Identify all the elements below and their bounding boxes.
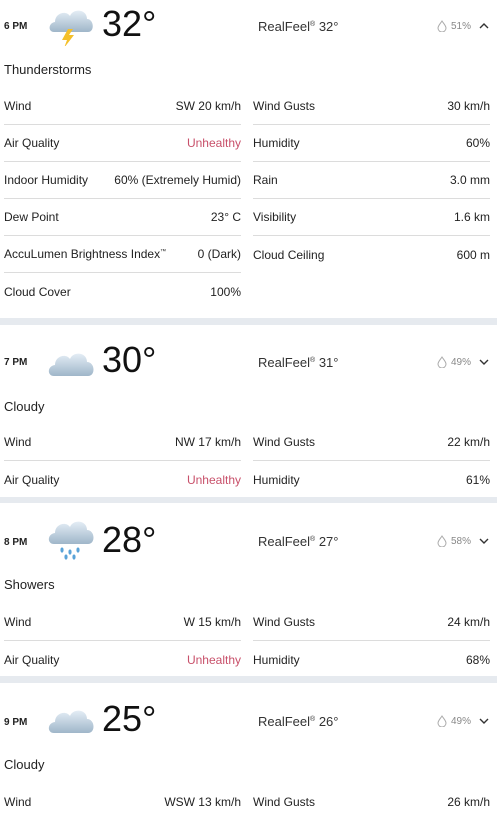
realfeel: RealFeel® 31°	[258, 355, 339, 370]
condition-text: Showers	[4, 577, 55, 592]
condition-text: Cloudy	[4, 757, 45, 772]
hour-temperature: 28°	[102, 519, 157, 560]
detail-wind-gusts: Wind Gusts 26 km/h	[253, 794, 490, 809]
detail-air-quality[interactable]: Air Quality Unhealthy	[4, 641, 241, 676]
thunderstorm-icon	[49, 10, 93, 46]
detail-humidity: Humidity 61%	[253, 472, 490, 487]
hour-time: 7 PM	[4, 357, 28, 368]
detail-rain: Rain 3.0 mm	[253, 162, 490, 199]
chevron-down-icon[interactable]	[478, 715, 490, 727]
condition-text: Cloudy	[4, 399, 45, 414]
detail-humidity: Humidity 60%	[253, 125, 490, 162]
showers-icon	[48, 521, 94, 560]
cloud-icon	[48, 353, 94, 376]
precipitation-probability: 49%	[437, 715, 471, 727]
detail-cloud-ceiling: Cloud Ceiling 600 m	[253, 247, 490, 262]
hour-temperature: 25°	[102, 698, 157, 739]
detail-wind: Wind WSW 13 km/h	[4, 794, 241, 809]
detail-cloud-cover: Cloud Cover 100%	[4, 284, 241, 299]
realfeel: RealFeel® 26°	[258, 714, 339, 729]
chevron-down-icon[interactable]	[478, 356, 490, 368]
precipitation-probability: 49%	[437, 356, 471, 368]
hour-card-9pm[interactable]: 9 PM 25° RealFeel® 26° 49% Cloudy Wind WS…	[0, 683, 497, 818]
detail-wind: Wind SW 20 km/h	[4, 88, 241, 125]
hour-card-7pm[interactable]: 7 PM 30° RealFeel® 31° 49% Cloudy Wind NW…	[0, 325, 497, 497]
chevron-down-icon[interactable]	[478, 535, 490, 547]
detail-wind-gusts: Wind Gusts 22 km/h	[253, 424, 490, 461]
detail-humidity: Humidity 68%	[253, 652, 490, 667]
raindrop-icon	[437, 715, 447, 727]
hour-temperature: 30°	[102, 339, 157, 380]
detail-dew-point: Dew Point 23° C	[4, 199, 241, 236]
precipitation-probability: 51%	[437, 20, 471, 32]
detail-indoor-humidity: Indoor Humidity 60% (Extremely Humid)	[4, 162, 241, 199]
condition-text: Thunderstorms	[4, 62, 92, 77]
detail-wind: Wind NW 17 km/h	[4, 424, 241, 461]
realfeel: RealFeel® 27°	[258, 534, 339, 549]
raindrop-icon	[437, 356, 447, 368]
hour-time: 9 PM	[4, 717, 28, 728]
hour-time: 6 PM	[4, 21, 28, 32]
hour-temperature: 32°	[102, 3, 157, 44]
hour-card-6pm[interactable]: 6 PM 32° RealFeel® 32° 51% Thunderstorms…	[0, 0, 497, 318]
chevron-up-icon[interactable]	[478, 20, 490, 32]
cloud-icon	[48, 710, 94, 733]
detail-wind-gusts: Wind Gusts 24 km/h	[253, 604, 490, 641]
detail-air-quality[interactable]: Air Quality Unhealthy	[4, 125, 241, 162]
detail-visibility: Visibility 1.6 km	[253, 199, 490, 236]
detail-acculumen: AccuLumen Brightness Index™ 0 (Dark)	[4, 236, 241, 273]
hour-time: 8 PM	[4, 537, 28, 548]
precipitation-probability: 58%	[437, 535, 471, 547]
detail-wind-gusts: Wind Gusts 30 km/h	[253, 88, 490, 125]
raindrop-icon	[437, 20, 447, 32]
hour-card-8pm[interactable]: 8 PM 28° RealFeel® 27° 58% Showers Wind W…	[0, 503, 497, 676]
detail-air-quality[interactable]: Air Quality Unhealthy	[4, 461, 241, 497]
detail-wind: Wind W 15 km/h	[4, 604, 241, 641]
realfeel: RealFeel® 32°	[258, 19, 339, 34]
raindrop-icon	[437, 535, 447, 547]
